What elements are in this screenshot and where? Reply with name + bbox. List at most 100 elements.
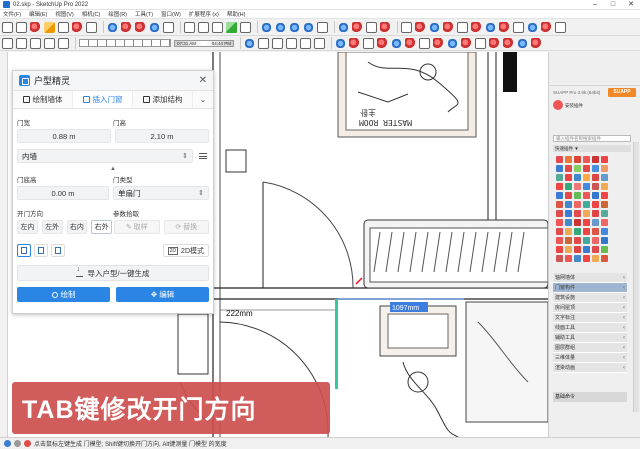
menu-extensions[interactable]: 扩展程序 (x) [189, 10, 219, 18]
shadow-time-slider[interactable]: 07:31 AM 04:44 PM [174, 39, 234, 47]
door-view-3-icon[interactable] [51, 244, 65, 257]
line-tool-icon[interactable] [58, 21, 69, 33]
tray-item-layer-group[interactable]: 图层群组 [553, 343, 627, 353]
tray-item-text-annotation[interactable]: 文字标注 [553, 313, 627, 323]
dimension-tool-icon[interactable] [198, 21, 209, 33]
import-floorplan-button[interactable]: 导入户型/一键生成 [17, 265, 209, 281]
list-menu-icon[interactable] [197, 150, 209, 162]
menu-window[interactable]: 窗口(W) [161, 10, 181, 18]
plugin-icon[interactable] [556, 174, 563, 181]
tab-insert-door-window[interactable]: 插入门窗 [73, 91, 133, 108]
plugin-icon[interactable] [601, 219, 608, 226]
tray-scrollbar[interactable] [633, 142, 639, 412]
plugin-icon[interactable] [574, 246, 581, 253]
door-width-input[interactable]: 0.88 m [17, 129, 111, 143]
menu-file[interactable]: 文件(F) [3, 10, 21, 18]
tab-draw-wall[interactable]: 绘制墙体 [13, 91, 73, 108]
menu-view[interactable]: 视图(V) [55, 10, 73, 18]
match-photo-icon[interactable] [555, 21, 566, 33]
wall-type-select[interactable]: 内墙 ⇕ [17, 149, 193, 163]
right-view-icon[interactable] [286, 37, 297, 49]
plugin-icon[interactable] [592, 174, 599, 181]
paint-bucket-icon[interactable] [44, 21, 55, 33]
plugin-icon[interactable] [583, 201, 590, 208]
back-view-icon[interactable] [300, 37, 311, 49]
plugin-icon[interactable] [592, 228, 599, 235]
rectangle-tool-icon[interactable] [86, 21, 97, 33]
extension-manager-icon[interactable] [380, 21, 391, 33]
geo-location-icon[interactable] [4, 440, 11, 447]
orbit-tool-icon[interactable] [261, 21, 272, 33]
user-status-icon[interactable] [24, 440, 31, 447]
plugin-icon[interactable] [601, 210, 608, 217]
sandbox-icon[interactable] [429, 21, 440, 33]
plugin-icon[interactable] [592, 255, 599, 262]
plugin-icon[interactable] [565, 156, 572, 163]
plugin-icon[interactable] [592, 246, 599, 253]
plugin-icon[interactable] [574, 228, 581, 235]
tray-item-building-facility[interactable]: 建筑设施 [553, 293, 627, 303]
tray-item-door-window[interactable]: 门窗构件 [553, 283, 627, 293]
section-fill-icon[interactable] [419, 37, 430, 49]
plugin-icon[interactable] [601, 156, 608, 163]
intersect-icon[interactable] [443, 21, 454, 33]
opening-left-out[interactable]: 左外 [41, 220, 63, 234]
position-camera-icon[interactable] [391, 37, 402, 49]
union-icon[interactable] [471, 21, 482, 33]
plugin-icon[interactable] [601, 237, 608, 244]
entity-info-icon[interactable] [531, 37, 542, 49]
extension-warehouse-icon[interactable] [352, 21, 363, 33]
plugin-icon[interactable] [583, 219, 590, 226]
hidden-line-icon[interactable] [44, 37, 55, 49]
plugin-icon[interactable] [565, 255, 572, 262]
close-window-button[interactable]: ✕ [622, 0, 640, 10]
plugin-icon[interactable] [574, 156, 581, 163]
plugin-icon[interactable] [556, 246, 563, 253]
plugin-icon[interactable] [565, 219, 572, 226]
tray-item-3d-volume[interactable]: 三维体量 [553, 353, 627, 363]
maximize-button[interactable]: □ [604, 0, 622, 10]
plugin-icon[interactable] [565, 228, 572, 235]
tags-icon[interactable] [503, 37, 514, 49]
shadow-icon[interactable] [527, 21, 538, 33]
plugin-icon[interactable] [574, 255, 581, 262]
sill-height-input[interactable]: 0.00 m [17, 186, 109, 200]
door-type-select[interactable]: 单扇门 ⇕ [113, 186, 209, 200]
walk-icon[interactable] [363, 37, 374, 49]
plugin-icon[interactable] [556, 192, 563, 199]
plugin-icon[interactable] [565, 237, 572, 244]
styles-icon[interactable] [447, 37, 458, 49]
tray-item-render-animation[interactable]: 渲染动画 [553, 363, 627, 373]
plugin-icon[interactable] [565, 174, 572, 181]
plugin-icon[interactable] [556, 237, 563, 244]
tray-item-grid-wall[interactable]: 轴网墙体 [553, 273, 627, 283]
plugin-icon[interactable] [565, 210, 572, 217]
tape-measure-icon[interactable] [184, 21, 195, 33]
plugin-icon[interactable] [592, 165, 599, 172]
plugin-icon[interactable] [592, 183, 599, 190]
split-icon[interactable] [513, 21, 524, 33]
credits-icon[interactable] [14, 440, 21, 447]
plugin-icon[interactable] [601, 165, 608, 172]
collapse-arrow-icon[interactable]: ▲ [13, 166, 213, 172]
plugin-icon[interactable] [574, 192, 581, 199]
shaded-icon[interactable] [58, 37, 69, 49]
select-tool-icon[interactable] [16, 21, 27, 33]
plugin-icon[interactable] [592, 201, 599, 208]
menu-edit[interactable]: 编辑(E) [29, 10, 47, 18]
plugin-icon[interactable] [583, 174, 590, 181]
plugin-icon[interactable] [556, 183, 563, 190]
plugin-icon[interactable] [583, 228, 590, 235]
menu-camera[interactable]: 相机(C) [82, 10, 101, 18]
xray-icon[interactable] [2, 37, 13, 49]
opening-left-in[interactable]: 左内 [17, 220, 38, 234]
plugin-icon[interactable] [565, 246, 572, 253]
fog-icon[interactable] [541, 21, 552, 33]
scale-tool-icon[interactable] [149, 21, 160, 33]
plugin-icon[interactable] [565, 192, 572, 199]
plugin-icon[interactable] [583, 237, 590, 244]
tray-basic-commands[interactable]: 基础命令 [553, 392, 627, 402]
layout-icon[interactable] [366, 21, 377, 33]
shadow-date-slider[interactable] [79, 39, 171, 47]
plugin-icon[interactable] [592, 156, 599, 163]
